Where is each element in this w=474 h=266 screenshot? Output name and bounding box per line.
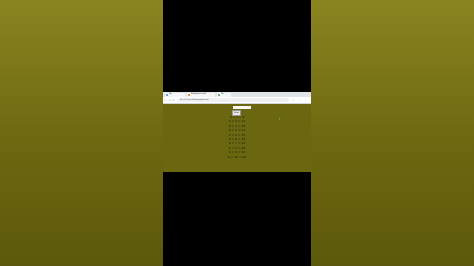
tab-label: Tab (169, 94, 172, 95)
address-bar[interactable]: file:///C:/Users/Desktop/table.html (177, 98, 289, 102)
reload-icon[interactable]: ↻ (172, 99, 175, 102)
star-icon[interactable]: ☆ (292, 99, 295, 102)
url-text: file:///C:/Users/Desktop/table.html (180, 99, 209, 101)
address-toolbar: ← → ↻ file:///C:/Users/Desktop/table.htm… (163, 97, 311, 104)
mouse-cursor-icon (279, 118, 281, 120)
video-frame: Tab Multiplication table Tab ← → ↻ file:… (163, 0, 311, 266)
forward-arrow-icon[interactable]: → (168, 99, 171, 102)
blurred-background-right (311, 0, 474, 266)
tab-favicon-icon (218, 94, 220, 96)
browser-screen: Tab Multiplication table Tab ← → ↻ file:… (163, 92, 311, 172)
blurred-background-left (0, 0, 163, 266)
tab-label: Tab (221, 94, 224, 95)
tab-label: Multiplication table (191, 94, 207, 95)
menu-icon[interactable]: ⋮ (304, 99, 307, 102)
page-heading-bar (233, 105, 251, 109)
back-arrow-icon[interactable]: ← (164, 99, 167, 102)
multiplication-table: 6 × 1 = 6 6 × 2 = 12 6 × 3 = 18 6 × 4 = … (223, 115, 251, 159)
extensions-icon[interactable]: ⬚ (298, 99, 301, 102)
tab-favicon-icon (188, 94, 190, 96)
table-line: 6 × 10 = 60 (227, 154, 247, 159)
tab-favicon-icon (166, 94, 168, 96)
